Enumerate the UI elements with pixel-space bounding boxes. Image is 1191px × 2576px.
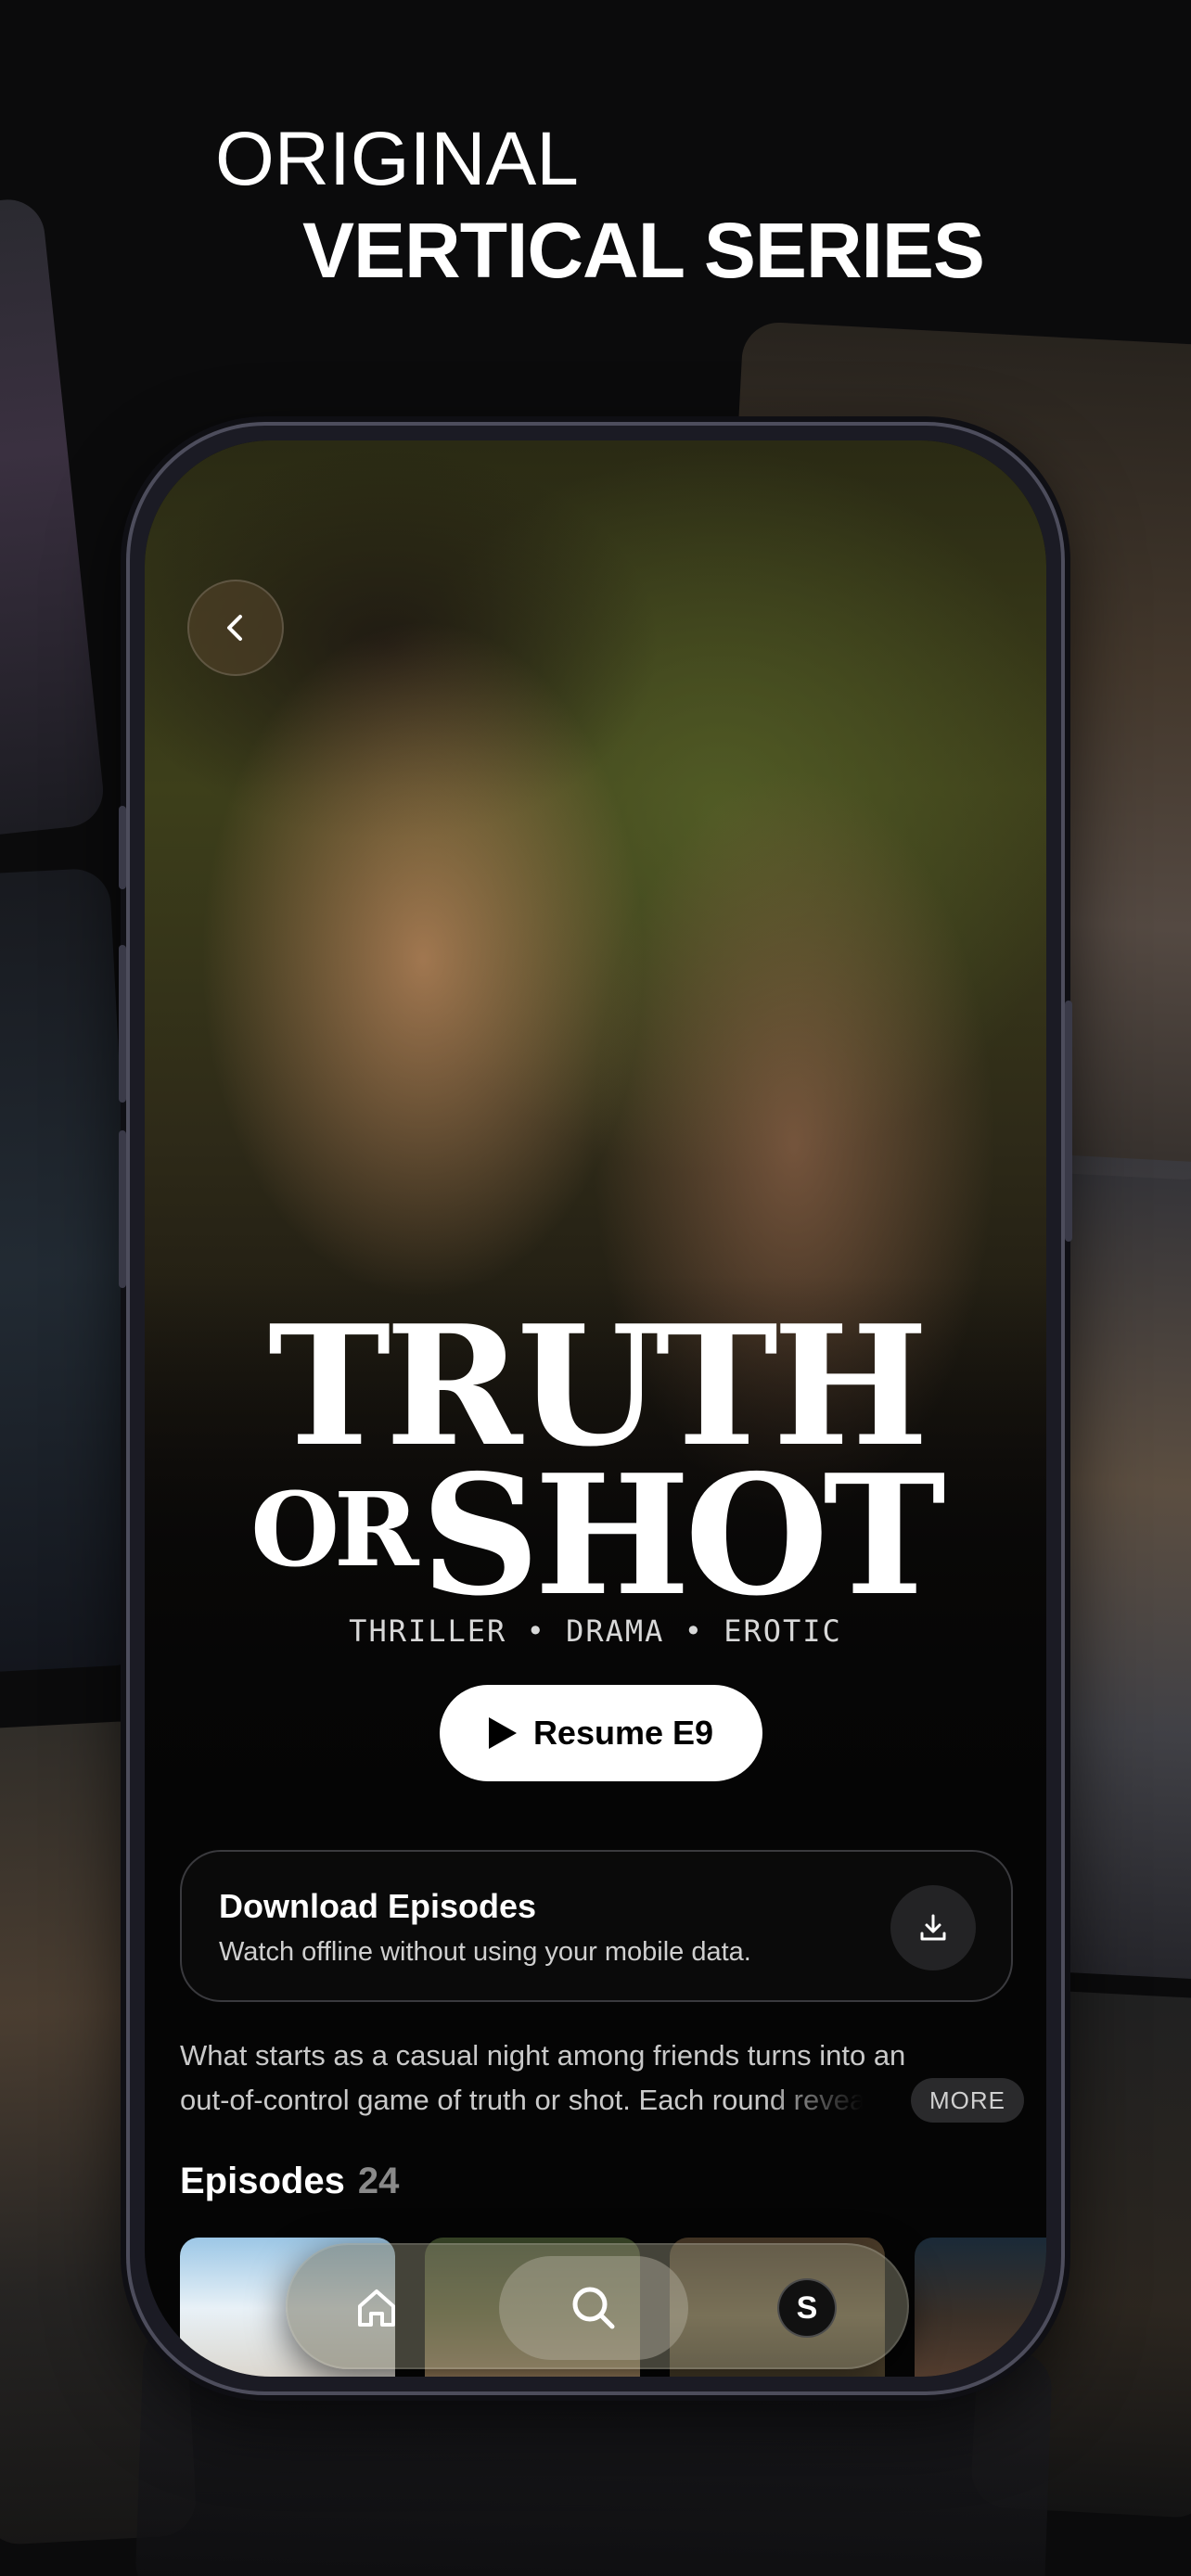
episodes-header: Episodes 24 (180, 2161, 399, 2202)
search-icon (572, 2287, 615, 2329)
back-button[interactable] (187, 580, 284, 676)
resume-button-label: Resume E9 (532, 1714, 714, 1752)
episodes-count: 24 (357, 2161, 400, 2201)
download-button[interactable] (890, 1885, 976, 1970)
show-synopsis: What starts as a casual night among frie… (180, 2034, 1013, 2123)
tab-home[interactable] (321, 2256, 432, 2360)
phone-mute-switch (119, 806, 126, 889)
more-button[interactable]: MORE (911, 2078, 1024, 2123)
show-title-logo: TRUTH ORSHOT (145, 1304, 1046, 1618)
resume-button[interactable]: Resume E9 (440, 1685, 762, 1781)
download-card-title: Download Episodes (219, 1887, 537, 1925)
tab-search[interactable] (499, 2256, 688, 2360)
phone-volume-up-button (119, 945, 126, 1103)
promo-headline: ORIGINAL VERTICAL SERIES (0, 0, 1191, 315)
play-icon (488, 1717, 517, 1749)
synopsis-line-2: out-of-control game of truth or shot. Ea… (180, 2084, 887, 2116)
synopsis-line-1: What starts as a casual night among frie… (180, 2039, 906, 2072)
show-title-line-2-wrapper: ORSHOT (145, 1453, 1046, 1618)
download-card-subtitle: Watch offline without using your mobile … (219, 1937, 751, 1967)
phone-power-button (1065, 1001, 1072, 1242)
home-icon (358, 2289, 395, 2327)
download-episodes-card[interactable]: Download Episodes Watch offline without … (180, 1850, 1013, 2002)
tab-app[interactable]: S (751, 2256, 863, 2360)
app-screen: TRUTH ORSHOT THRILLER • DRAMA • EROTIC R… (145, 440, 1046, 2377)
bottom-tab-bar: S (286, 2243, 909, 2369)
chevron-left-icon (227, 615, 242, 641)
episode-thumbnail[interactable] (915, 2238, 1046, 2377)
app-logo-icon: S (777, 2278, 837, 2338)
download-icon (920, 1914, 946, 1941)
show-title-line-2: SHOT (420, 1438, 946, 1632)
headline-line-1: ORIGINAL (215, 117, 579, 201)
headline-line-2: VERTICAL SERIES (302, 207, 985, 294)
episodes-label: Episodes (180, 2161, 345, 2201)
show-title-or: OR (250, 1470, 418, 1589)
phone-volume-down-button (119, 1130, 126, 1288)
show-genres: THRILLER • DRAMA • EROTIC (349, 1613, 842, 1649)
phone-frame: TRUTH ORSHOT THRILLER • DRAMA • EROTIC R… (119, 422, 1072, 2395)
